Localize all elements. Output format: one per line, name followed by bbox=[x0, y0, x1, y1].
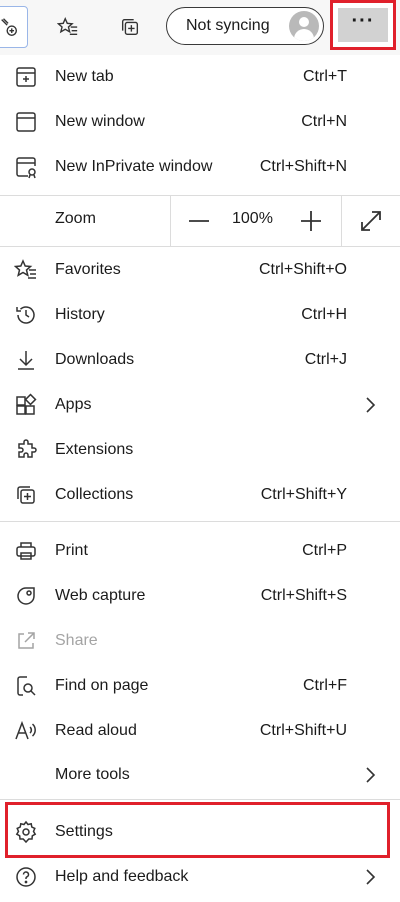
zoom-row: Zoom 100% bbox=[0, 196, 400, 246]
menu-item-apps[interactable]: Apps bbox=[0, 383, 400, 427]
menu-item-web-capture[interactable]: Web capture Ctrl+Shift+S bbox=[0, 574, 400, 618]
fullscreen-button[interactable] bbox=[357, 208, 385, 234]
menu-item-shortcut: Ctrl+J bbox=[304, 351, 347, 368]
menu-item-new-tab[interactable]: New tab Ctrl+T bbox=[0, 55, 400, 99]
menu-item-label: New tab bbox=[55, 68, 114, 85]
apps-icon bbox=[14, 393, 38, 417]
zoom-out-icon bbox=[189, 220, 209, 222]
menu-item-label: Help and feedback bbox=[55, 868, 189, 885]
menu-item-shortcut: Ctrl+F bbox=[303, 677, 347, 694]
menu-item-label: Apps bbox=[55, 396, 92, 413]
new-tab-icon bbox=[14, 65, 38, 89]
menu-item-shortcut: Ctrl+Shift+O bbox=[258, 261, 347, 278]
collections-button[interactable] bbox=[112, 8, 148, 46]
menu-item-shortcut: Ctrl+N bbox=[301, 113, 347, 130]
menu-item-label: More tools bbox=[55, 766, 130, 783]
menu-item-label: Favorites bbox=[55, 261, 121, 278]
menu-item-label: Extensions bbox=[55, 441, 134, 458]
collections-icon bbox=[121, 18, 139, 36]
extensions-button[interactable] bbox=[0, 6, 28, 48]
menu-item-label: Share bbox=[55, 632, 98, 649]
menu-item-share[interactable]: Share bbox=[0, 619, 400, 663]
zoom-in-icon bbox=[301, 211, 321, 231]
menu-divider bbox=[0, 246, 400, 247]
menu-divider bbox=[0, 521, 400, 522]
settings-and-more-menu: New tab Ctrl+T New window Ctrl+N New InP… bbox=[0, 55, 400, 902]
download-icon bbox=[14, 348, 38, 372]
extension-icon bbox=[1, 18, 18, 36]
menu-item-collections[interactable]: Collections Ctrl+Shift+Y bbox=[0, 473, 400, 517]
share-icon bbox=[14, 629, 38, 653]
menu-item-label: New InPrivate window bbox=[55, 158, 213, 175]
menu-item-label: New window bbox=[55, 113, 145, 130]
menu-item-label: Collections bbox=[55, 486, 134, 503]
menu-item-favorites[interactable]: Favorites Ctrl+Shift+O bbox=[0, 248, 400, 292]
chevron-right-icon bbox=[366, 767, 376, 783]
menu-item-shortcut: Ctrl+T bbox=[303, 68, 347, 85]
profile-sync-button[interactable]: Not syncing bbox=[166, 7, 324, 45]
settings-highlight bbox=[5, 802, 390, 858]
menu-item-find-on-page[interactable]: Find on page Ctrl+F bbox=[0, 664, 400, 708]
menu-item-downloads[interactable]: Downloads Ctrl+J bbox=[0, 338, 400, 382]
menu-item-label: History bbox=[55, 306, 105, 323]
menu-item-extensions[interactable]: Extensions bbox=[0, 428, 400, 472]
history-icon bbox=[14, 303, 38, 327]
favorites-button[interactable] bbox=[50, 8, 86, 46]
read-aloud-icon bbox=[14, 719, 38, 743]
menu-item-new-inprivate-window[interactable]: New InPrivate window Ctrl+Shift+N bbox=[0, 145, 400, 189]
zoom-divider bbox=[341, 196, 342, 246]
print-icon bbox=[14, 539, 38, 563]
menu-item-label: Print bbox=[55, 542, 88, 559]
browser-toolbar: Not syncing ··· bbox=[0, 0, 400, 56]
menu-item-shortcut: Ctrl+Shift+N bbox=[259, 158, 347, 175]
chevron-right-icon bbox=[366, 397, 376, 413]
menu-item-shortcut: Ctrl+Shift+Y bbox=[260, 486, 347, 503]
menu-item-label: Web capture bbox=[55, 587, 146, 604]
zoom-label: Zoom bbox=[55, 210, 96, 227]
menu-item-history[interactable]: History Ctrl+H bbox=[0, 293, 400, 337]
menu-item-new-window[interactable]: New window Ctrl+N bbox=[0, 100, 400, 144]
menu-item-shortcut: Ctrl+Shift+U bbox=[259, 722, 347, 739]
menu-item-label: Read aloud bbox=[55, 722, 137, 739]
zoom-divider bbox=[170, 196, 171, 246]
favorites-icon bbox=[57, 17, 78, 36]
chevron-right-icon bbox=[366, 869, 376, 885]
inprivate-icon bbox=[14, 155, 38, 179]
menu-item-print[interactable]: Print Ctrl+P bbox=[0, 529, 400, 573]
new-window-icon bbox=[14, 110, 38, 134]
menu-item-read-aloud[interactable]: Read aloud Ctrl+Shift+U bbox=[0, 709, 400, 753]
settings-and-more-button[interactable]: ··· bbox=[330, 0, 396, 50]
web-capture-icon bbox=[14, 584, 38, 608]
fullscreen-icon bbox=[361, 211, 381, 231]
menu-item-label: Downloads bbox=[55, 351, 135, 368]
menu-item-shortcut: Ctrl+Shift+S bbox=[260, 587, 347, 604]
sync-status-label: Not syncing bbox=[186, 17, 270, 34]
more-icon: ··· bbox=[338, 8, 388, 42]
extensions-icon bbox=[14, 438, 38, 462]
zoom-out-button[interactable] bbox=[185, 208, 213, 234]
menu-item-label: Find on page bbox=[55, 677, 149, 694]
zoom-in-button[interactable] bbox=[297, 208, 325, 234]
menu-divider bbox=[0, 799, 400, 800]
favorites-icon bbox=[13, 258, 38, 282]
menu-item-more-tools[interactable]: More tools bbox=[0, 753, 400, 797]
menu-item-shortcut: Ctrl+H bbox=[301, 306, 347, 323]
avatar-icon bbox=[289, 11, 319, 41]
zoom-value: 100% bbox=[232, 210, 273, 227]
find-icon bbox=[14, 674, 38, 698]
collections-icon bbox=[14, 483, 38, 507]
menu-item-shortcut: Ctrl+P bbox=[302, 542, 347, 559]
help-icon bbox=[14, 865, 38, 889]
menu-item-help-and-feedback[interactable]: Help and feedback bbox=[0, 855, 400, 899]
